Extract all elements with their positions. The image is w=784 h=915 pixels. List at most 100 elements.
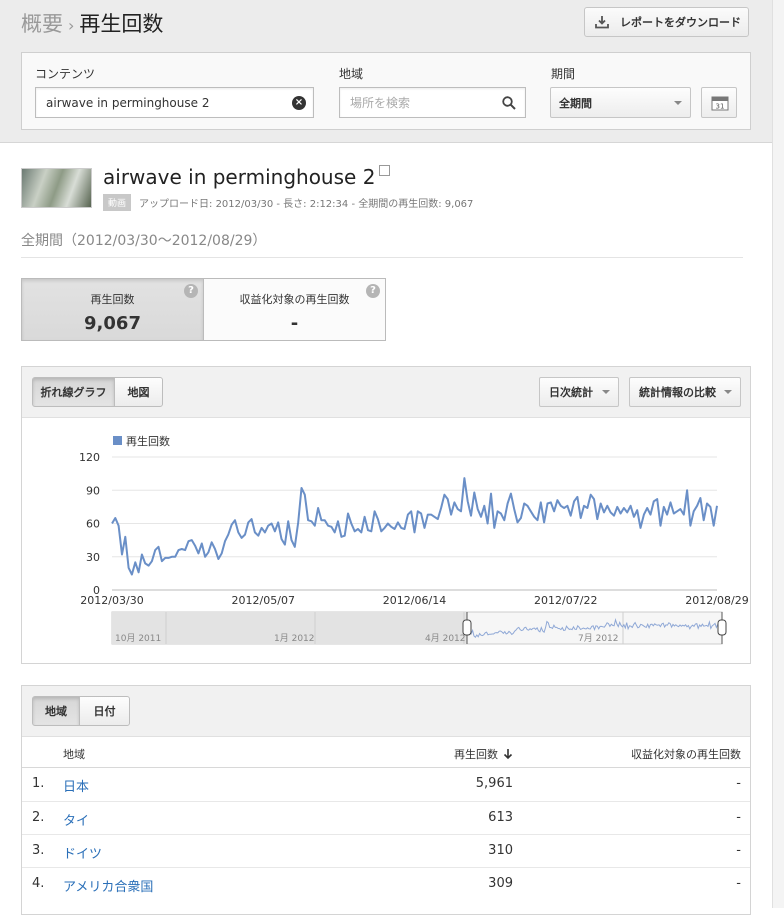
table-row: 4. アメリカ合衆国 309 -: [22, 867, 750, 900]
download-icon: [595, 16, 609, 29]
chart-panel: 折れ線グラフ 地図 日次統計 統計情報の比較 再生回数 0 30 60 90 120 201…: [21, 366, 751, 664]
views-line-chart: 再生回数03060901202012/03/30 2012/05/07 2012/0…: [79, 434, 749, 645]
navigator-label: 10月 2011: [115, 633, 161, 644]
daily-stats-label: 日次統計: [549, 386, 593, 399]
daily-stats-dropdown[interactable]: 日次統計: [539, 377, 619, 407]
period-select-value: 全期間: [559, 96, 592, 110]
breadcrumb-separator: ›: [68, 16, 75, 35]
metric-monetized-value: -: [290, 313, 299, 334]
metric-monetized-card[interactable]: 収益化対象の再生回数 - ?: [203, 278, 386, 341]
video-thumbnail[interactable]: [21, 168, 92, 208]
content-filter-label: コンテンツ: [35, 67, 96, 81]
row-monetized: -: [736, 876, 741, 891]
period-heading: 全期間（2012/03/30〜2012/08/29）: [21, 233, 267, 249]
download-report-label: レポートをダウンロード: [620, 16, 741, 29]
divider: [21, 257, 743, 258]
external-link-icon[interactable]: [379, 165, 391, 176]
right-scroll-edge: [772, 0, 784, 908]
content-filter-value: airwave in perminghouse 2: [46, 95, 210, 110]
metric-views-card[interactable]: 再生回数 9,067 ?: [21, 278, 203, 341]
y-tick-label: 120: [79, 451, 100, 464]
table-row: 2. タイ 613 -: [22, 801, 750, 834]
y-tick-label: 90: [86, 484, 100, 497]
x-tick-label: 2012/05/07: [232, 594, 295, 607]
video-type-badge: 動画: [103, 194, 132, 211]
navigator-label: 4月 2012: [425, 633, 466, 644]
row-rank: 4.: [32, 876, 45, 891]
period-filter-label: 期間: [551, 67, 576, 81]
row-views: 310: [488, 843, 513, 858]
chevron-down-icon: [674, 101, 682, 105]
content-filter-input[interactable]: airwave in perminghouse 2 ×: [35, 87, 314, 118]
chevron-down-icon: [724, 390, 732, 394]
column-header-views-label: 再生回数: [454, 748, 498, 761]
row-views: 613: [488, 810, 513, 825]
chevron-down-icon: [602, 390, 610, 394]
page-title: 再生回数: [79, 12, 164, 36]
search-icon[interactable]: [502, 96, 516, 110]
series-line-views: [111, 477, 718, 576]
chart-toolbar: 折れ線グラフ 地図 日次統計 統計情報の比較: [22, 367, 750, 418]
compare-metrics-label: 統計情報の比較: [639, 386, 716, 399]
video-title-text: airwave in perminghouse 2: [103, 165, 376, 189]
calendar-day-text: 31: [716, 103, 725, 111]
column-header-region[interactable]: 地域: [63, 746, 85, 762]
row-region-link[interactable]: アメリカ合衆国: [63, 876, 153, 895]
tab-date[interactable]: 日付: [79, 696, 130, 726]
metric-monetized-label: 収益化対象の再生回数: [239, 293, 350, 306]
row-region-link[interactable]: タイ: [63, 810, 89, 829]
download-report-button[interactable]: レポートをダウンロード: [584, 7, 749, 37]
region-filter-label: 地域: [339, 67, 364, 81]
header-area: 概要 › 再生回数 レポートをダウンロード コンテンツ airwave in per…: [0, 0, 772, 143]
tab-line-chart[interactable]: 折れ線グラフ: [32, 377, 115, 407]
video-title[interactable]: airwave in perminghouse 2: [103, 165, 391, 189]
metric-views-value: 9,067: [84, 313, 141, 334]
column-header-views[interactable]: 再生回数: [454, 746, 513, 762]
column-header-monetized[interactable]: 収益化対象の再生回数: [631, 746, 741, 762]
table-row: 3. ドイツ 310 -: [22, 834, 750, 867]
region-search-input[interactable]: 場所を検索: [339, 87, 526, 118]
x-tick-label: 2012/03/30: [80, 594, 143, 607]
y-tick-label: 60: [86, 518, 100, 531]
navigator-handle: [717, 619, 727, 636]
region-search-placeholder: 場所を検索: [350, 96, 411, 110]
breadcrumb-parent-link[interactable]: 概要: [21, 12, 63, 36]
row-rank: 2.: [32, 810, 45, 825]
navigator-label: 1月 2012: [274, 633, 315, 644]
row-monetized: -: [736, 843, 741, 858]
x-tick-label: 2012/07/22: [534, 594, 597, 607]
metric-views-label: 再生回数: [90, 293, 135, 306]
row-rank: 1.: [32, 776, 45, 791]
row-region-link[interactable]: 日本: [63, 776, 89, 795]
row-rank: 3.: [32, 843, 45, 858]
legend-swatch: [113, 436, 122, 445]
row-views: 309: [488, 876, 513, 891]
help-icon[interactable]: ?: [184, 284, 198, 298]
breadcrumb: 概要 › 再生回数: [21, 8, 163, 38]
video-meta: 動画 アップロード日: 2012/03/30 - 長さ: 2:12:34 - 全…: [103, 194, 473, 211]
period-select[interactable]: 全期間: [550, 87, 691, 118]
filter-panel: コンテンツ airwave in perminghouse 2 × 地域 場所を…: [21, 52, 751, 130]
compare-metrics-dropdown[interactable]: 統計情報の比較: [629, 377, 741, 407]
sort-arrow-down-icon: [503, 749, 513, 760]
row-monetized: -: [736, 810, 741, 825]
table-toolbar: 地域 日付: [22, 686, 750, 737]
help-icon[interactable]: ?: [366, 284, 380, 298]
table-row: 1. 日本 5,961 -: [22, 768, 750, 801]
y-tick-label: 30: [86, 551, 100, 564]
row-region-link[interactable]: ドイツ: [63, 843, 102, 862]
navigator-handle: [462, 619, 472, 636]
tab-region[interactable]: 地域: [32, 696, 80, 726]
table-panel: 地域 日付 地域 再生回数 収益化対象の再生回数 1. 日本 5,961 - 2…: [21, 685, 751, 915]
legend-label: 再生回数: [126, 434, 170, 448]
row-views: 5,961: [475, 776, 513, 791]
navigator-label: 7月 2012: [578, 633, 619, 644]
clear-icon[interactable]: ×: [292, 96, 306, 110]
calendar-icon: 31: [711, 96, 729, 111]
video-meta-text: アップロード日: 2012/03/30 - 長さ: 2:12:34 - 全期間の…: [139, 199, 474, 210]
calendar-button[interactable]: 31: [701, 87, 737, 118]
x-tick-label: 2012/06/14: [383, 594, 446, 607]
tab-map[interactable]: 地図: [114, 377, 163, 407]
row-monetized: -: [736, 776, 741, 791]
x-tick-label: 2012/08/29: [685, 594, 748, 607]
